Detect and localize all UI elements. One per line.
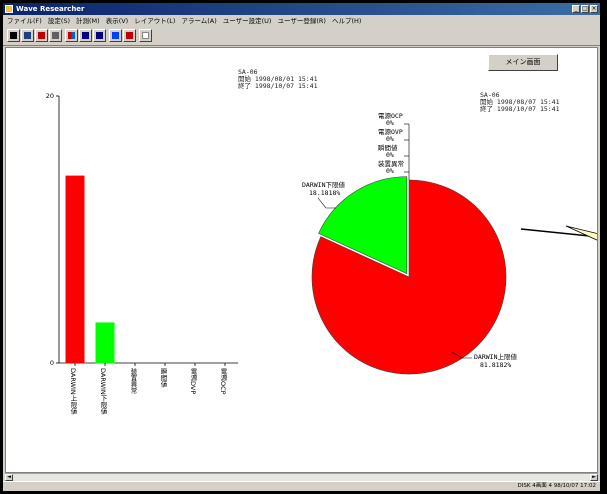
menu-bar: ファイル(F) 設定(S) 計測(M) 表示(V) レイアウト(L) アラーム(…: [3, 15, 600, 27]
title-bar: Wave Researcher _ □ ×: [3, 3, 600, 15]
graph-icon[interactable]: [123, 29, 136, 42]
menu-user-settings[interactable]: ユーザー設定(U): [223, 15, 272, 27]
scroll-left-icon[interactable]: ◄: [5, 474, 13, 481]
toolbar: [3, 27, 600, 46]
menu-measure[interactable]: 計測(M): [76, 15, 100, 27]
bar: [95, 322, 115, 364]
stop-icon[interactable]: [21, 29, 34, 42]
main-screen-button[interactable]: メイン画面: [488, 54, 558, 71]
next-icon[interactable]: [93, 29, 106, 42]
bar: [65, 175, 85, 364]
bar-chart: 20 0 DARWIN上限値 DARWIN下限値 装置異常 瞬間値 電源DVP 電源OCP: [46, 92, 238, 416]
bar-info-end: 終了 1998/10/07 15:41: [238, 82, 318, 90]
zoom-icon[interactable]: [109, 29, 122, 42]
menu-file[interactable]: ファイル(F): [7, 15, 42, 27]
bar-info-block: SA-06 開始 1998/08/01 15:41 終了 1998/10/07 15…: [238, 69, 318, 90]
x-tick-label: 装置異常: [129, 367, 137, 396]
x-tick-label: 電源OCP: [219, 368, 227, 395]
chart-icon[interactable]: [65, 29, 78, 42]
menu-alarm[interactable]: アラーム(A): [181, 15, 216, 27]
zero-slice-percent: 0%: [386, 119, 394, 127]
prev-icon[interactable]: [79, 29, 92, 42]
zero-slice-percent: 0%: [386, 135, 394, 143]
pie-info-end: 終了 1998/10/07 15:41: [480, 105, 560, 113]
window-controls: _ □ ×: [572, 5, 598, 13]
help-icon[interactable]: [139, 29, 152, 42]
window-title: Wave Researcher: [16, 5, 85, 13]
app-icon: [5, 5, 13, 13]
record-icon[interactable]: [35, 29, 48, 42]
menu-help[interactable]: ヘルプ(H): [332, 15, 361, 27]
menu-layout[interactable]: レイアウト(L): [134, 15, 175, 27]
slice-label: DARWIN下限値: [302, 180, 345, 189]
zero-slice-percent: 0%: [386, 167, 394, 175]
leader-line: [317, 197, 336, 209]
status-bar: DISK 4画面 4 98/10/07 17:02: [3, 481, 600, 491]
close-icon[interactable]: ×: [590, 5, 598, 13]
menu-settings[interactable]: 設定(S): [48, 15, 70, 27]
maximize-icon[interactable]: □: [581, 5, 589, 13]
minimize-icon[interactable]: _: [572, 5, 580, 13]
y-tick-label: 20: [46, 92, 54, 100]
pie-chart: DARWIN上限値81.8182%DARWIN下限値18.1818%電源OCP0…: [302, 111, 517, 375]
status-text: DISK 4画面 4 98/10/07 17:02: [517, 483, 597, 489]
menu-user-register[interactable]: ユーザー登録(R): [277, 15, 325, 27]
app-window: Wave Researcher _ □ × ファイル(F) 設定(S) 計測(M…: [3, 3, 600, 491]
play-icon[interactable]: [7, 29, 20, 42]
print-icon[interactable]: [49, 29, 62, 42]
y-tick-label: 0: [50, 359, 54, 367]
horizontal-scrollbar[interactable]: ◄ ►: [5, 473, 598, 481]
slice-percent: 18.1818%: [309, 189, 340, 197]
x-tick-label: DARWIN下限値: [99, 368, 107, 416]
scroll-right-icon[interactable]: ►: [590, 474, 598, 481]
pie-info-block: SA-06 開始 1998/08/07 15:41 終了 1998/10/07 15…: [480, 92, 560, 113]
slice-label: DARWIN上限値: [474, 352, 517, 361]
x-tick-label: 瞬間値: [159, 368, 167, 389]
slice-percent: 81.8182%: [480, 361, 511, 369]
chart-canvas: 20 0 DARWIN上限値 DARWIN下限値 装置異常 瞬間値 電源DVP 電源OCP D…: [5, 47, 598, 473]
x-tick-label: DARWIN上限値: [69, 368, 77, 416]
zero-slice-percent: 0%: [386, 151, 394, 159]
x-tick-label: 電源DVP: [189, 368, 197, 395]
callout-pointer: [520, 225, 597, 241]
menu-view[interactable]: 表示(V): [106, 15, 129, 27]
